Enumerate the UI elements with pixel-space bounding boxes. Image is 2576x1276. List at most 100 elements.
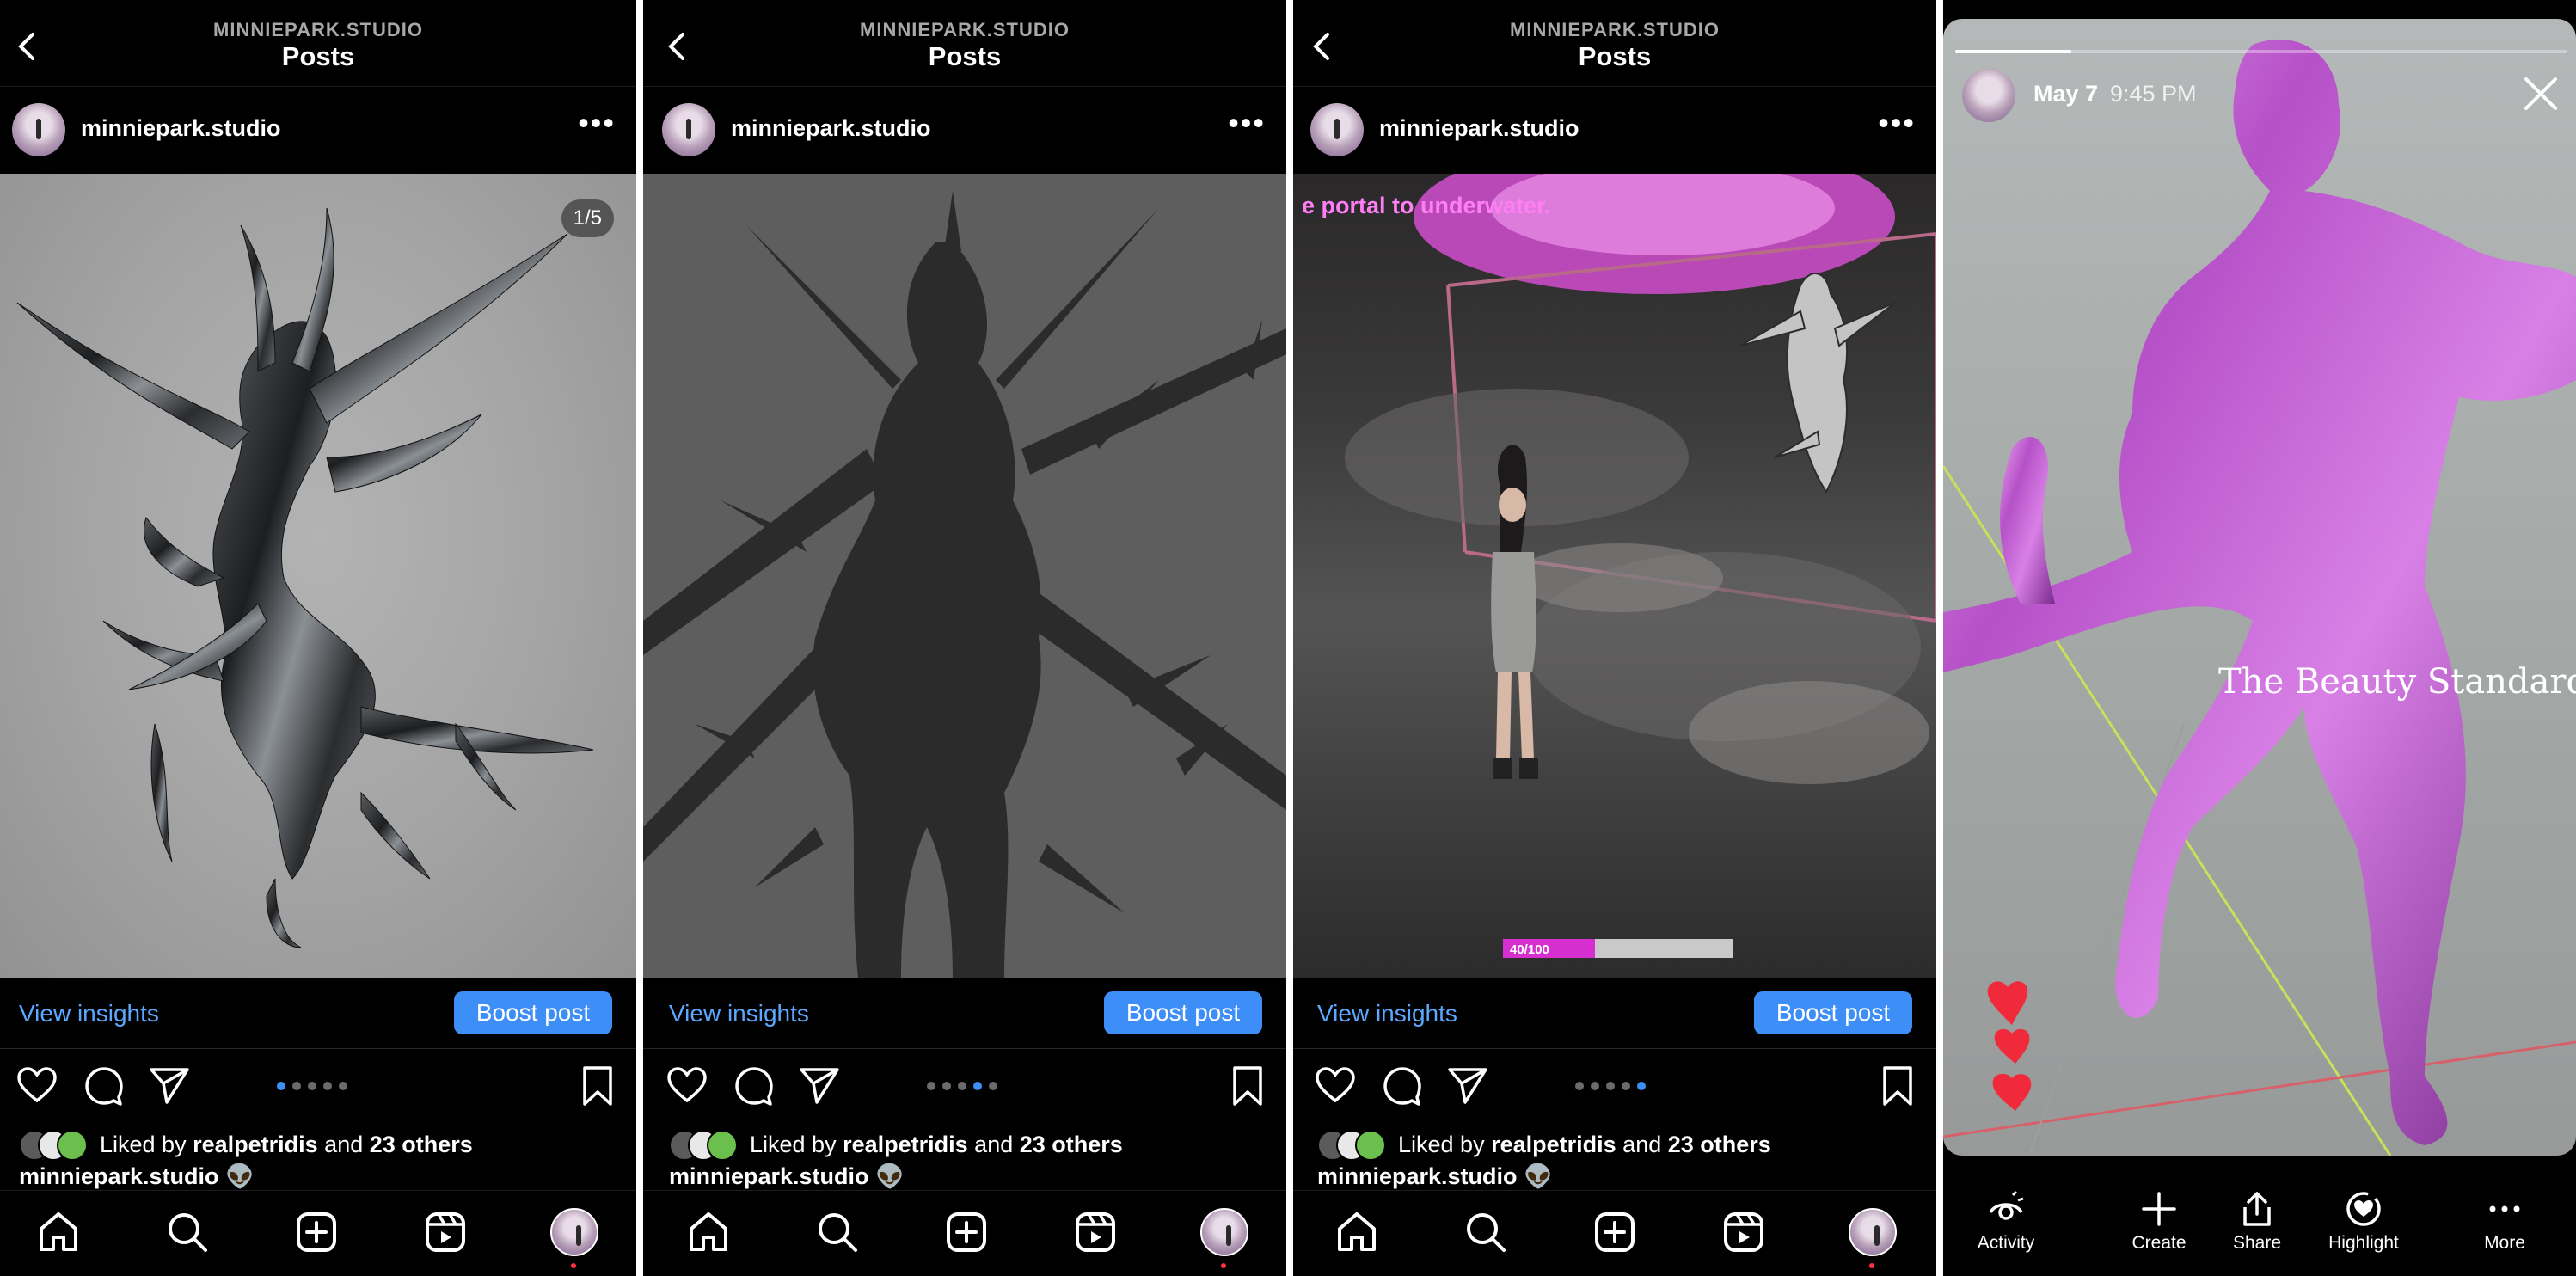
avatar[interactable] (1310, 103, 1364, 156)
home-icon[interactable] (1334, 1210, 1379, 1255)
post-media[interactable]: 1/5 (0, 174, 636, 978)
game-scene-image: 40/100 e portal to underwater. (1302, 174, 1936, 958)
liked-by-others[interactable]: 23 others (1020, 1132, 1123, 1157)
reels-icon[interactable] (1721, 1210, 1766, 1255)
avatar[interactable] (662, 103, 715, 156)
save-bookmark-icon[interactable] (1876, 1064, 1919, 1107)
post-media[interactable] (643, 174, 1286, 978)
username[interactable]: minniepark.studio (731, 115, 931, 142)
notification-dot (1869, 1263, 1874, 1268)
more-options-icon[interactable]: ••• (1228, 107, 1266, 138)
post-panel-1: MINNIEPARK.STUDIO Posts minniepark.studi… (0, 0, 636, 1276)
more-options-icon[interactable]: ••• (578, 107, 616, 138)
search-icon[interactable] (1463, 1210, 1508, 1255)
action-row (1293, 1049, 1936, 1125)
hud-health-text: 40/100 (1510, 942, 1549, 957)
boost-post-button[interactable]: Boost post (454, 991, 612, 1034)
username[interactable]: minniepark.studio (1379, 115, 1579, 142)
liked-by-and: and (324, 1132, 364, 1157)
caption-username[interactable]: minniepark.studio (19, 1163, 219, 1189)
share-send-icon[interactable] (148, 1064, 191, 1107)
create-post-icon[interactable] (294, 1210, 339, 1255)
liked-by-others[interactable]: 23 others (1668, 1132, 1771, 1157)
action-row (643, 1049, 1286, 1125)
liked-by-prefix: Liked by (100, 1132, 187, 1157)
username[interactable]: minniepark.studio (81, 115, 281, 142)
profile-tab-avatar[interactable] (1849, 1208, 1897, 1256)
story-progress-bar (1955, 50, 2567, 53)
activity-label: Activity (1977, 1233, 2035, 1253)
more-dots-icon (2489, 1205, 2520, 1212)
highlight-label: Highlight (2328, 1233, 2399, 1253)
home-icon[interactable] (36, 1210, 81, 1255)
create-post-icon[interactable] (1592, 1210, 1637, 1255)
comment-icon[interactable] (733, 1064, 776, 1107)
save-bookmark-icon[interactable] (576, 1064, 619, 1107)
comment-icon[interactable] (1381, 1064, 1424, 1107)
reels-icon[interactable] (1073, 1210, 1118, 1255)
more-button[interactable]: More (2457, 1190, 2552, 1254)
activity-eye-icon (1989, 1190, 2024, 1220)
plus-icon (2142, 1192, 2176, 1226)
boost-post-button[interactable]: Boost post (1104, 991, 1262, 1034)
avatar[interactable] (12, 103, 65, 156)
caption-username[interactable]: minniepark.studio (1317, 1163, 1518, 1189)
more-options-icon[interactable]: ••• (1878, 107, 1916, 138)
like-heart-icon[interactable] (15, 1064, 58, 1107)
activity-button[interactable]: Activity (1959, 1190, 2053, 1254)
like-heart-icon[interactable] (665, 1064, 708, 1107)
home-icon[interactable] (686, 1210, 731, 1255)
carousel-counter: 1/5 (561, 199, 614, 237)
reels-icon[interactable] (423, 1210, 468, 1255)
search-icon[interactable] (165, 1210, 210, 1255)
alien-emoji: 👽 (225, 1163, 255, 1189)
profile-tab-avatar[interactable] (550, 1208, 598, 1256)
liker-avatars (1317, 1130, 1393, 1161)
tab-bar (1293, 1190, 1936, 1276)
close-icon[interactable] (2521, 74, 2561, 113)
save-bookmark-icon[interactable] (1226, 1064, 1269, 1107)
liked-by-prefix: Liked by (750, 1132, 837, 1157)
post-author-row: minniepark.studio ••• (1293, 86, 1936, 172)
view-insights-link[interactable]: View insights (19, 1000, 159, 1028)
liked-by-others[interactable]: 23 others (370, 1132, 473, 1157)
search-icon[interactable] (815, 1210, 860, 1255)
profile-tab-avatar[interactable] (1200, 1208, 1248, 1256)
liked-by-user[interactable]: realpetridis (1491, 1132, 1616, 1157)
create-post-icon[interactable] (944, 1210, 989, 1255)
liked-by-user[interactable]: realpetridis (843, 1132, 968, 1157)
post-media[interactable]: 40/100 e portal to underwater. (1293, 174, 1936, 978)
create-button[interactable]: Create (2112, 1190, 2206, 1254)
caption-username[interactable]: minniepark.studio (669, 1163, 869, 1189)
header: MINNIEPARK.STUDIO Posts (1293, 0, 1936, 87)
comment-icon[interactable] (83, 1064, 126, 1107)
thorn-figure-image (643, 191, 1286, 978)
insights-row: View insights Boost post (643, 978, 1286, 1049)
highlight-button[interactable]: Highlight (2316, 1190, 2411, 1254)
carousel-pager (927, 1082, 1009, 1092)
page-title: Posts (281, 41, 355, 71)
share-button[interactable]: Share (2210, 1190, 2304, 1254)
account-label: MINNIEPARK.STUDIO (860, 19, 1070, 40)
boost-post-button[interactable]: Boost post (1754, 991, 1912, 1034)
header: MINNIEPARK.STUDIO Posts (643, 0, 1286, 87)
post-author-row: minniepark.studio ••• (643, 86, 1286, 172)
portal-caption-text: e portal to underwater. (1302, 193, 1551, 218)
caption: minniepark.studio 👽 (19, 1163, 255, 1190)
panel-divider (636, 0, 643, 1276)
story-avatar[interactable] (1962, 69, 2015, 122)
carousel-pager (277, 1082, 359, 1092)
share-send-icon[interactable] (798, 1064, 841, 1107)
like-heart-icon[interactable] (1314, 1064, 1357, 1107)
liked-by-and: and (974, 1132, 1014, 1157)
caption: minniepark.studio 👽 (1317, 1163, 1553, 1190)
share-label: Share (2232, 1233, 2282, 1253)
create-label: Create (2131, 1233, 2187, 1253)
view-insights-link[interactable]: View insights (669, 1000, 809, 1028)
story-media[interactable]: May 7 9:45 PM The Beauty Standard (1943, 19, 2576, 1156)
view-insights-link[interactable]: View insights (1317, 1000, 1457, 1028)
post-author-row: minniepark.studio ••• (0, 86, 636, 172)
story-viewer: May 7 9:45 PM The Beauty Standard Activi… (1943, 0, 2576, 1276)
share-send-icon[interactable] (1446, 1064, 1489, 1107)
liked-by-user[interactable]: realpetridis (193, 1132, 318, 1157)
